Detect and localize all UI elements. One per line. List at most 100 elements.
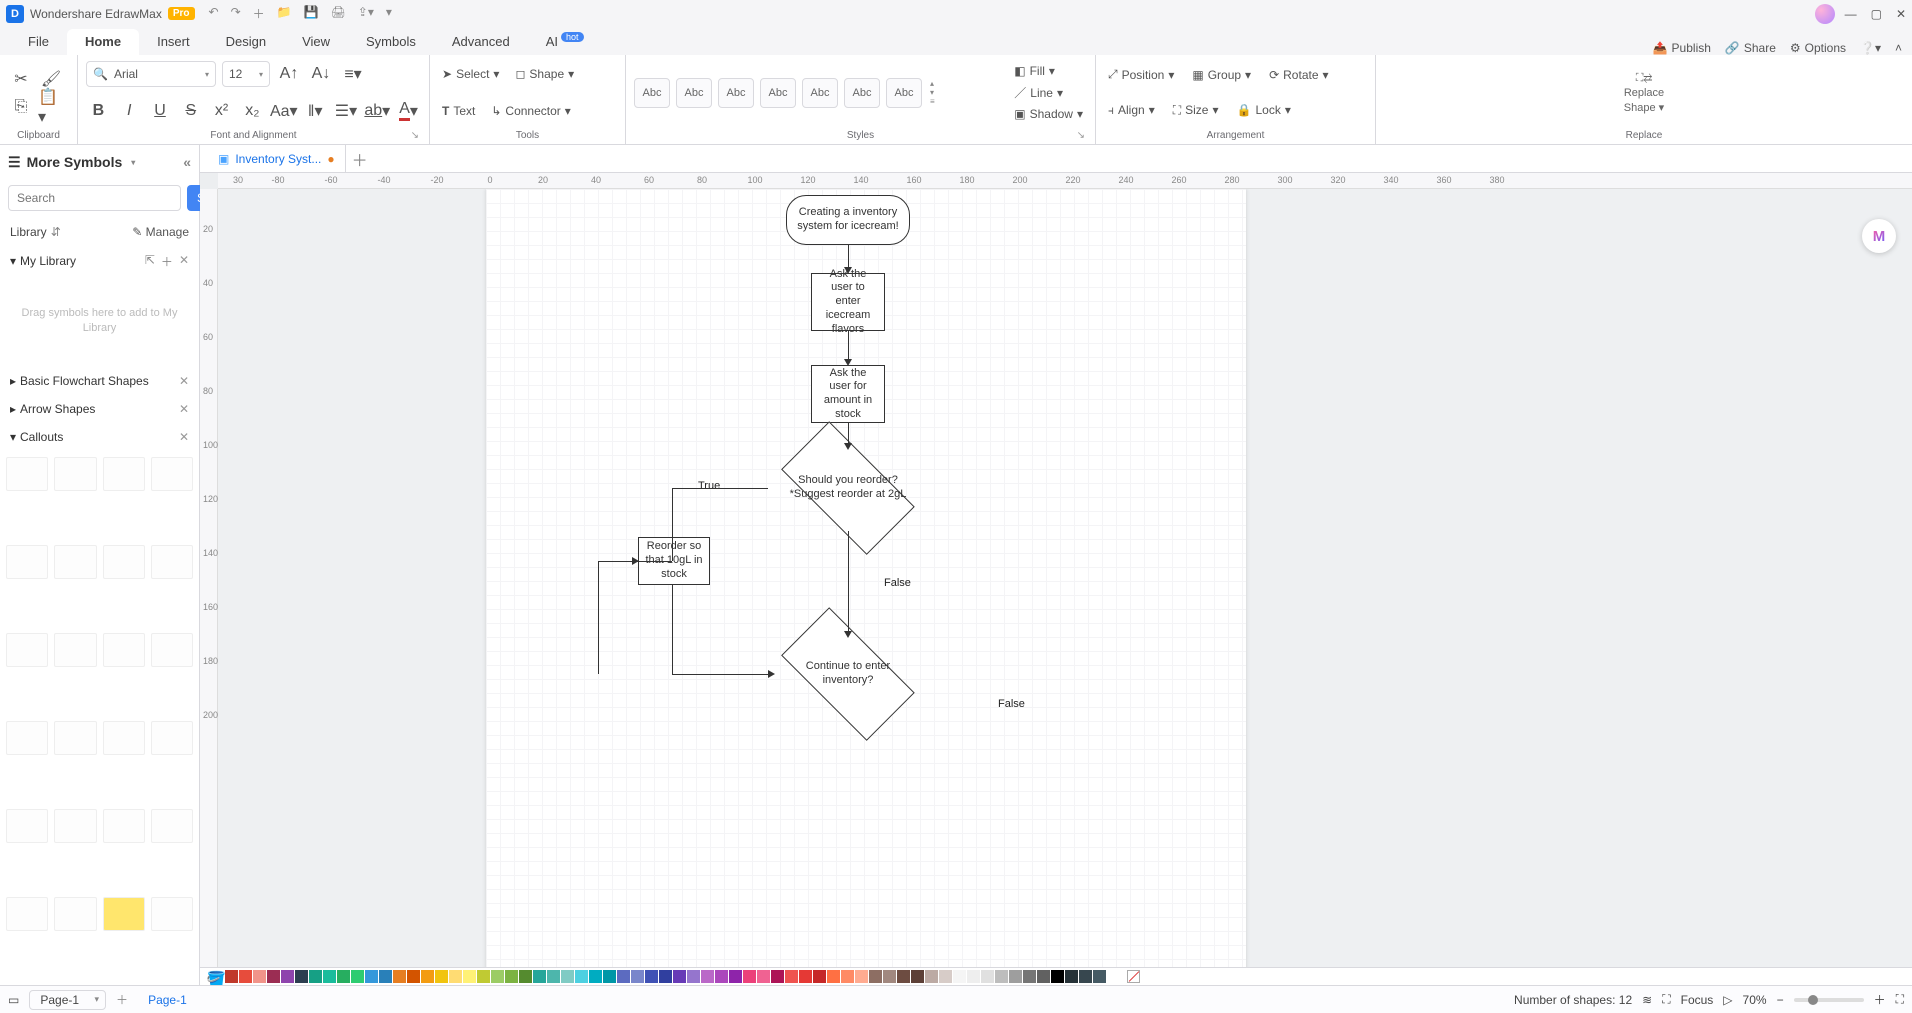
- color-swatch[interactable]: [701, 970, 714, 983]
- lock-button[interactable]: 🔒 Lock▾: [1233, 101, 1295, 120]
- menu-file[interactable]: File: [10, 29, 67, 55]
- color-swatch[interactable]: [617, 970, 630, 983]
- callout-shape[interactable]: [54, 897, 96, 931]
- color-swatch[interactable]: [897, 970, 910, 983]
- zoom-in-icon[interactable]: ＋: [1874, 991, 1886, 1008]
- callout-shape[interactable]: [6, 457, 48, 491]
- color-swatch[interactable]: [995, 970, 1008, 983]
- fullscreen-icon[interactable]: ⛶: [1896, 992, 1904, 1007]
- section-basic-flowchart[interactable]: ▸Basic Flowchart Shapes✕: [0, 367, 199, 395]
- callout-shape[interactable]: [151, 721, 193, 755]
- callout-shape[interactable]: [103, 633, 145, 667]
- more-symbols-label[interactable]: More Symbols: [27, 154, 123, 170]
- align-menu-icon[interactable]: ≡▾: [340, 61, 366, 87]
- collapse-panel-icon[interactable]: «: [183, 154, 191, 170]
- share-button[interactable]: 🔗 Share: [1725, 41, 1776, 55]
- symbol-search-input[interactable]: [8, 185, 181, 211]
- color-swatch[interactable]: [533, 970, 546, 983]
- bold-icon[interactable]: B: [86, 98, 111, 124]
- help-icon[interactable]: ❔▾: [1860, 41, 1881, 55]
- callout-shape[interactable]: [151, 457, 193, 491]
- color-swatch[interactable]: [281, 970, 294, 983]
- case-icon[interactable]: Aa▾: [271, 98, 297, 124]
- page[interactable]: Creating a inventory system for icecream…: [486, 189, 1246, 969]
- section-arrow-shapes[interactable]: ▸Arrow Shapes✕: [0, 395, 199, 423]
- styles-more-icon[interactable]: ≡: [930, 97, 935, 106]
- group-button[interactable]: ▦ Group▾: [1188, 65, 1255, 84]
- color-swatch[interactable]: [575, 970, 588, 983]
- color-swatch[interactable]: [743, 970, 756, 983]
- fill-button[interactable]: ◧ Fill ▾: [1010, 62, 1087, 80]
- color-swatch[interactable]: [981, 970, 994, 983]
- size-button[interactable]: ⛶ Size▾: [1169, 101, 1223, 120]
- menu-home[interactable]: Home: [67, 29, 139, 55]
- options-button[interactable]: ⚙ Options: [1790, 41, 1846, 55]
- node-decision-reorder[interactable]: Should you reorder? *Suggest reorder at …: [763, 441, 933, 535]
- page-selector[interactable]: Page-1: [29, 990, 106, 1010]
- color-swatch[interactable]: [1009, 970, 1022, 983]
- arrow-close-icon[interactable]: ✕: [179, 402, 189, 416]
- publish-button[interactable]: 📤 Publish: [1653, 41, 1711, 55]
- add-page-button[interactable]: ＋: [116, 991, 128, 1008]
- font-size-select[interactable]: 12▾: [222, 61, 270, 87]
- callout-shape[interactable]: [6, 809, 48, 843]
- color-swatch[interactable]: [659, 970, 672, 983]
- document-tab[interactable]: ▣ Inventory Syst... ●: [208, 145, 346, 172]
- color-swatch[interactable]: [337, 970, 350, 983]
- italic-icon[interactable]: I: [117, 98, 142, 124]
- new-icon[interactable]: ＋: [253, 5, 265, 22]
- callout-shape[interactable]: [103, 809, 145, 843]
- color-swatch[interactable]: [883, 970, 896, 983]
- save-icon[interactable]: 💾: [304, 5, 319, 22]
- strikethrough-icon[interactable]: S: [178, 98, 203, 124]
- callout-shape[interactable]: [151, 633, 193, 667]
- color-swatch[interactable]: [477, 970, 490, 983]
- callout-shape[interactable]: [54, 633, 96, 667]
- highlight-icon[interactable]: ab▾: [364, 98, 390, 124]
- paste-icon[interactable]: 📋▾: [38, 94, 64, 120]
- color-swatch[interactable]: [1079, 970, 1092, 983]
- callout-shape[interactable]: [151, 809, 193, 843]
- color-swatch[interactable]: [841, 970, 854, 983]
- color-swatch[interactable]: [295, 970, 308, 983]
- section-callouts[interactable]: ▾Callouts✕: [0, 423, 199, 451]
- collapse-ribbon-icon[interactable]: ˄: [1895, 41, 1902, 55]
- callout-shape[interactable]: [103, 457, 145, 491]
- qat-more-icon[interactable]: ▾: [386, 5, 392, 22]
- color-swatch[interactable]: [589, 970, 602, 983]
- increase-font-icon[interactable]: A↑: [276, 61, 302, 87]
- color-swatch[interactable]: [869, 970, 882, 983]
- select-tool[interactable]: ➤ Select ▾: [438, 65, 503, 83]
- library-sort-icon[interactable]: ⇵: [51, 225, 61, 239]
- color-swatch[interactable]: [309, 970, 322, 983]
- menu-design[interactable]: Design: [208, 29, 284, 55]
- callout-shape[interactable]: [54, 809, 96, 843]
- color-swatch[interactable]: [561, 970, 574, 983]
- color-swatch[interactable]: [757, 970, 770, 983]
- library-label[interactable]: Library: [10, 225, 47, 239]
- color-swatch[interactable]: [421, 970, 434, 983]
- fill-bucket-icon[interactable]: 🪣▾: [206, 970, 220, 984]
- style-preset-6[interactable]: Abc: [844, 78, 880, 108]
- focus-button[interactable]: Focus: [1681, 993, 1714, 1007]
- page-layout-icon[interactable]: ▭: [8, 993, 19, 1007]
- color-swatch[interactable]: [365, 970, 378, 983]
- style-preset-3[interactable]: Abc: [718, 78, 754, 108]
- color-swatch[interactable]: [225, 970, 238, 983]
- menu-advanced[interactable]: Advanced: [434, 29, 528, 55]
- node-terminator-start[interactable]: Creating a inventory system for icecream…: [786, 195, 910, 245]
- color-swatch[interactable]: [813, 970, 826, 983]
- color-swatch[interactable]: [547, 970, 560, 983]
- color-swatch[interactable]: [505, 970, 518, 983]
- callout-shape[interactable]: [54, 545, 96, 579]
- zoom-level[interactable]: 70%: [1743, 993, 1767, 1007]
- maximize-icon[interactable]: ▢: [1871, 7, 1882, 21]
- mylib-import-icon[interactable]: ⇱: [145, 253, 155, 270]
- align-button[interactable]: ⫞ Align▾: [1104, 101, 1159, 120]
- undo-icon[interactable]: ↶: [209, 5, 219, 22]
- print-icon[interactable]: 🖨: [331, 5, 346, 22]
- color-swatch[interactable]: [911, 970, 924, 983]
- bullet-list-icon[interactable]: ☰▾: [334, 98, 359, 124]
- user-avatar[interactable]: [1815, 4, 1835, 24]
- menu-ai[interactable]: AIhot: [528, 29, 602, 55]
